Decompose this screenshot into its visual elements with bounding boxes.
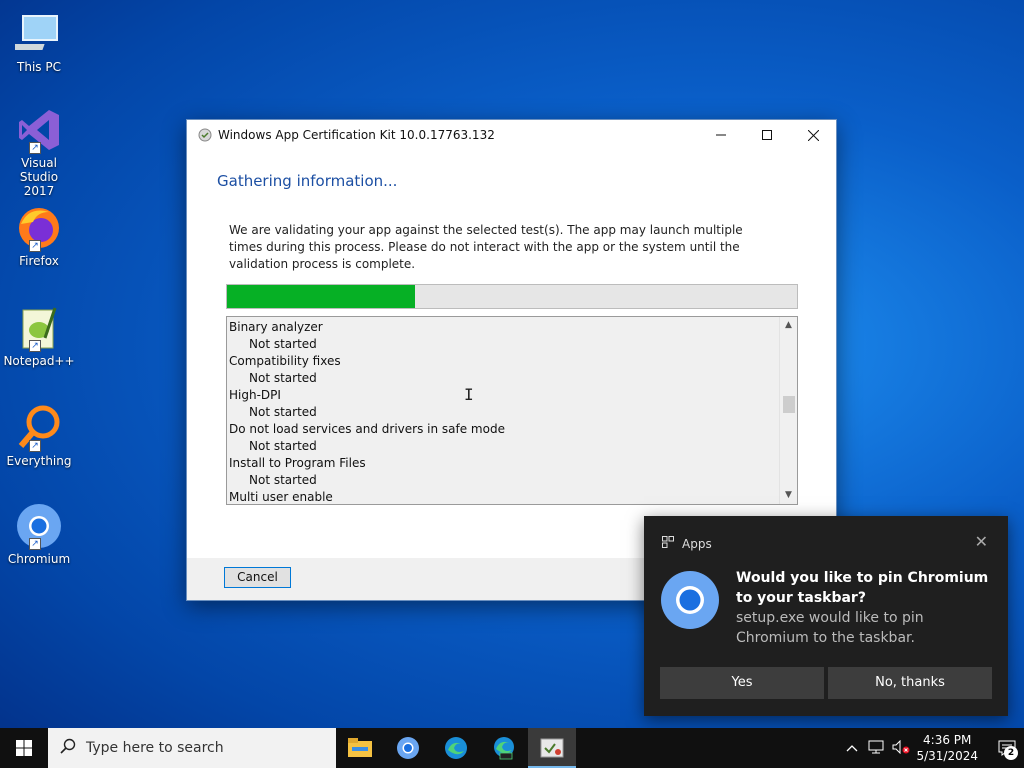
desktop-icon-label: Everything — [6, 454, 72, 468]
list-item-test: Install to Program Files — [229, 456, 366, 470]
notification-close-icon[interactable]: ✕ — [975, 532, 988, 551]
window-title: Windows App Certification Kit 10.0.17763… — [218, 128, 495, 142]
list-item-status: Not started — [249, 473, 317, 487]
list-item-status: Not started — [249, 439, 317, 453]
list-item-status: Not started — [249, 337, 317, 351]
shortcut-arrow-icon: ↗ — [29, 142, 41, 154]
maximize-icon — [762, 130, 772, 140]
list-item-test: Multi user enable — [229, 490, 333, 504]
list-item-status: Not started — [249, 371, 317, 385]
test-status-items: Binary analyzer Not started Compatibilit… — [229, 319, 777, 504]
volume-muted-icon[interactable] — [892, 739, 910, 757]
clock-date: 5/31/2024 — [916, 749, 978, 763]
desktop-icon-label: Chromium — [7, 552, 71, 566]
desktop-icon-label: Firefox — [19, 254, 59, 268]
certificate-app-icon — [540, 738, 564, 758]
page-heading: Gathering information... — [217, 172, 398, 190]
pin-taskbar-notification: Apps ✕ Would you like to pin Chromium to… — [644, 516, 1008, 716]
minimize-button[interactable] — [698, 120, 744, 150]
no-thanks-button[interactable]: No, thanks — [828, 667, 992, 699]
list-item-test: High-DPI — [229, 388, 281, 402]
scrollbar-thumb[interactable] — [783, 396, 795, 413]
edge-dev-icon — [494, 737, 514, 760]
notification-app-name: Apps — [682, 536, 712, 551]
desktop-icon-visual-studio[interactable]: ↗ Visual Studio 2017 — [0, 106, 78, 198]
windows-logo-icon — [16, 740, 32, 756]
shortcut-arrow-icon: ↗ — [29, 340, 41, 352]
firefox-icon: ↗ — [15, 204, 63, 252]
title-bar[interactable]: Windows App Certification Kit 10.0.17763… — [187, 120, 836, 150]
scroll-down-arrow-icon[interactable]: ▼ — [780, 487, 797, 504]
desktop-icon-everything[interactable]: ↗ Everything — [0, 404, 78, 468]
text-cursor-icon: I — [464, 385, 474, 404]
start-button[interactable] — [0, 728, 48, 768]
notification-header: Apps — [662, 536, 712, 551]
taskbar-app-cert-kit[interactable] — [528, 728, 576, 768]
taskbar-search-box[interactable]: Type here to search — [48, 728, 336, 768]
progress-bar — [226, 284, 798, 309]
taskbar-edge[interactable] — [432, 728, 480, 768]
clock-time: 4:36 PM — [923, 733, 972, 747]
list-scrollbar[interactable]: ▲ ▼ — [779, 317, 797, 504]
notification-count-badge: 2 — [1004, 746, 1018, 760]
taskbar-file-explorer[interactable] — [336, 728, 384, 768]
desktop-icon-this-pc[interactable]: This PC — [0, 10, 78, 74]
maximize-button[interactable] — [744, 120, 790, 150]
close-button[interactable] — [790, 120, 836, 150]
shortcut-arrow-icon: ↗ — [29, 240, 41, 252]
apps-grid-icon — [662, 536, 674, 551]
scroll-up-arrow-icon[interactable]: ▲ — [780, 317, 797, 334]
desktop-icon-notepad-plus-plus[interactable]: ↗ Notepad++ — [0, 304, 78, 368]
taskbar-chromium[interactable] — [384, 728, 432, 768]
desktop-icon-firefox[interactable]: ↗ Firefox — [0, 204, 78, 268]
taskbar-edge-dev[interactable] — [480, 728, 528, 768]
search-icon — [60, 738, 76, 758]
computer-icon — [12, 10, 63, 58]
action-center-button[interactable]: 2 — [990, 728, 1024, 768]
list-item-test: Binary analyzer — [229, 320, 323, 334]
yes-button[interactable]: Yes — [660, 667, 824, 699]
network-icon[interactable] — [868, 740, 884, 757]
chromium-icon — [397, 737, 419, 759]
search-placeholder: Type here to search — [86, 740, 224, 756]
list-item-test: Do not load services and drivers in safe… — [229, 422, 505, 436]
minimize-icon — [716, 134, 726, 136]
taskbar: Type here to search 4:36 PM 5/31/2024 2 — [0, 728, 1024, 768]
progress-bar-fill — [227, 285, 416, 308]
close-icon — [807, 129, 819, 141]
desktop-icon-label: Visual Studio 2017 — [19, 156, 59, 198]
notepad-plus-plus-icon: ↗ — [15, 304, 63, 352]
notification-body: setup.exe would like to pin Chromium to … — [736, 610, 924, 646]
edge-icon — [445, 737, 467, 759]
visual-studio-icon: ↗ — [15, 106, 63, 154]
cancel-button[interactable]: Cancel — [224, 567, 291, 588]
folder-icon — [348, 738, 372, 757]
shortcut-arrow-icon: ↗ — [29, 440, 41, 452]
everything-search-icon: ↗ — [15, 404, 63, 452]
chromium-logo-icon — [660, 570, 720, 630]
list-item-status: Not started — [249, 405, 317, 419]
taskbar-clock[interactable]: 4:36 PM 5/31/2024 — [916, 732, 978, 764]
test-status-list[interactable]: Binary analyzer Not started Compatibilit… — [226, 316, 798, 505]
validation-description: We are validating your app against the s… — [229, 223, 743, 271]
notification-title: Would you like to pin Chromium to your t… — [736, 570, 989, 606]
list-item-test: Compatibility fixes — [229, 354, 341, 368]
desktop-icon-label: Notepad++ — [3, 354, 75, 368]
desktop-icon-chromium[interactable]: ↗ Chromium — [0, 502, 78, 566]
desktop-icon-label: This PC — [17, 60, 61, 74]
shortcut-arrow-icon: ↗ — [29, 538, 41, 550]
system-tray: 4:36 PM 5/31/2024 2 — [846, 728, 1024, 768]
show-hidden-icons-chevron-up-icon[interactable] — [846, 741, 858, 755]
chromium-icon: ↗ — [15, 502, 63, 550]
certificate-app-icon — [197, 127, 213, 143]
